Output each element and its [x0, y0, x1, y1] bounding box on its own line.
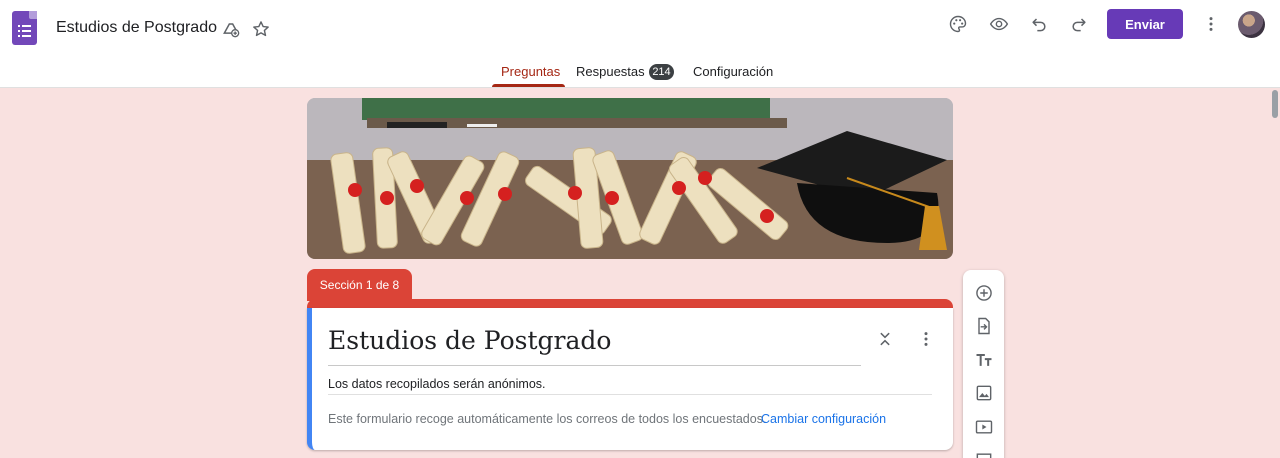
more-vert-icon[interactable] — [1199, 12, 1223, 36]
active-tab-indicator — [492, 84, 565, 87]
responses-count-badge: 214 — [649, 64, 674, 80]
avatar[interactable] — [1238, 11, 1265, 38]
redo-icon[interactable] — [1067, 12, 1091, 36]
palette-icon[interactable] — [946, 12, 970, 36]
preview-eye-icon[interactable] — [987, 12, 1011, 36]
forms-app-icon[interactable] — [12, 11, 37, 45]
form-header-card[interactable]: Estudios de Postgrado Los datos recopila… — [307, 308, 953, 450]
section-indicator: Sección 1 de 8 — [307, 269, 412, 301]
document-title[interactable]: Estudios de Postgrado — [56, 19, 217, 37]
add-image-icon[interactable] — [972, 381, 996, 405]
email-collection-note: Este formulario recoge automáticamente l… — [328, 412, 767, 426]
description-divider — [328, 394, 932, 395]
change-settings-link[interactable]: Cambiar configuración — [761, 412, 886, 426]
page-scrollbar[interactable] — [1270, 88, 1280, 458]
collapse-section-icon[interactable] — [874, 328, 896, 350]
add-title-icon[interactable] — [972, 348, 996, 372]
tab-respuestas[interactable]: Respuestas — [576, 64, 645, 79]
undo-icon[interactable] — [1027, 12, 1051, 36]
send-button[interactable]: Enviar — [1107, 9, 1183, 39]
add-item-toolbar — [963, 270, 1004, 458]
add-question-icon[interactable] — [972, 281, 996, 305]
header-banner-image — [307, 98, 953, 259]
tab-preguntas[interactable]: Preguntas — [501, 64, 560, 79]
move-to-drive-icon[interactable] — [219, 17, 243, 41]
tab-configuracion[interactable]: Configuración — [693, 64, 773, 79]
title-divider — [328, 365, 861, 366]
section-more-options-icon[interactable] — [915, 328, 937, 350]
form-title[interactable]: Estudios de Postgrado — [328, 326, 611, 355]
scrollbar-thumb[interactable] — [1272, 90, 1278, 118]
add-video-icon[interactable] — [972, 415, 996, 439]
add-section-icon[interactable] — [972, 448, 996, 458]
form-description[interactable]: Los datos recopilados serán anónimos. — [328, 377, 546, 391]
star-icon[interactable] — [249, 17, 273, 41]
tab-bar: Preguntas Respuestas Configuración — [0, 60, 1280, 88]
import-questions-icon[interactable] — [972, 314, 996, 338]
